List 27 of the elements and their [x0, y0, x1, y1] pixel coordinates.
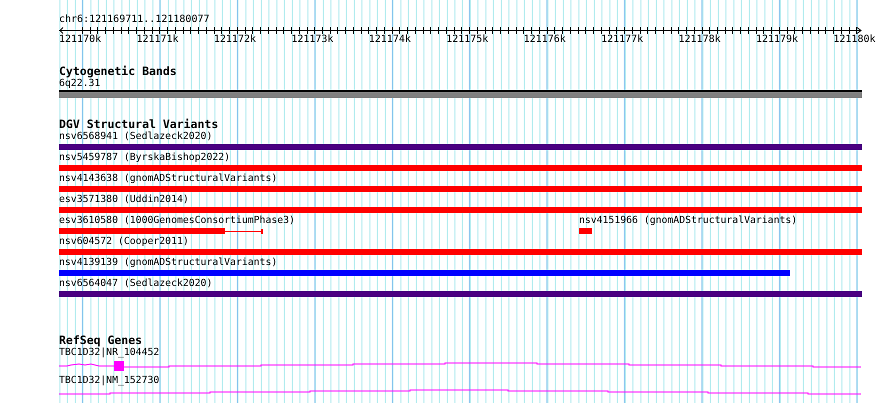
variant-label: nsv6564047 (Sedlazeck2020): [59, 278, 214, 290]
location-text: chr6:121169711..121180077: [59, 14, 211, 26]
ruler-label: 121173k: [291, 34, 334, 46]
track-title: RefSeq Genes: [59, 334, 144, 347]
ruler-label: 121175k: [446, 34, 490, 46]
variant-label: nsv5459787 (ByrskaBishop2022): [59, 152, 232, 164]
ruler-label: 121180k: [833, 34, 876, 46]
variant-label: esv3571380 (Uddin2014): [59, 194, 190, 206]
variant-label: nsv604572 (Cooper2011): [59, 236, 190, 248]
ruler-label: 121176k: [524, 34, 567, 46]
gene-label: TBC1D32|NR_104452: [59, 347, 160, 359]
ruler-label: 121178k: [678, 34, 722, 46]
variant-label: nsv6568941 (Sedlazeck2020): [59, 131, 214, 143]
variant-label: esv3610580 (1000GenomesConsortiumPhase3): [59, 215, 295, 227]
ruler-label: 121174k: [368, 34, 412, 46]
variant-label: nsv4151966 (gnomADStructuralVariants): [578, 215, 798, 227]
ruler-label: 121172k: [214, 34, 258, 46]
track-title: DGV Structural Variants: [59, 118, 220, 131]
variant-label: nsv4143638 (gnomADStructuralVariants): [59, 173, 278, 185]
track-title: Cytogenetic Bands: [59, 65, 178, 78]
ruler-label: 121171k: [136, 34, 180, 46]
ruler-label: 121170k: [59, 34, 102, 46]
gene-label: TBC1D32|NM_152730: [59, 375, 160, 387]
ruler-label: 121179k: [756, 34, 800, 46]
ruler-label: 121177k: [601, 34, 644, 46]
band-label: 6q22.31: [59, 78, 102, 90]
variant-label: nsv4139139 (gnomADStructuralVariants): [59, 257, 278, 269]
